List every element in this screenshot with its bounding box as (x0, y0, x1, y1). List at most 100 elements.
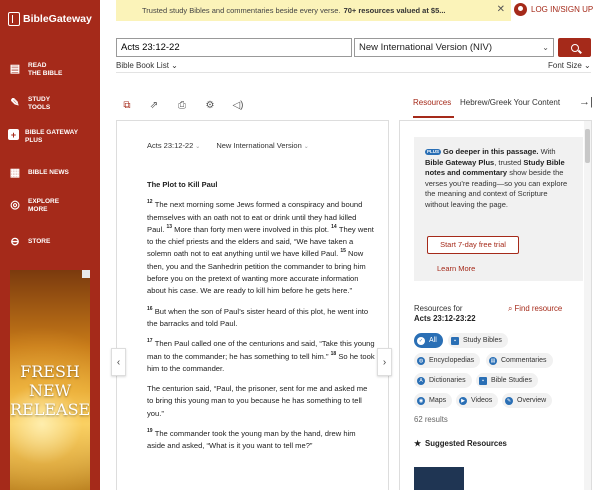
passage-ref-selector[interactable]: Acts 23:12-22 ⌄ (147, 141, 200, 150)
passage-search-input[interactable] (116, 38, 352, 57)
find-resource-label: Find resource (514, 304, 563, 313)
sidebar-ad[interactable]: FRESH NEW RELEASES (10, 270, 90, 490)
search-icon (570, 43, 579, 52)
find-resource-link[interactable]: ⌕ Find resource (508, 304, 562, 314)
sidebar-item-label: STUDY TOOLS (28, 96, 51, 111)
verse-number[interactable]: 18 (331, 351, 337, 357)
version-select-value: New International Version (NIV) (359, 42, 493, 53)
chevron-right-icon: › (382, 356, 387, 368)
verse-number[interactable]: 12 (147, 199, 153, 205)
banner-highlight: 70+ resources valued at $5... (343, 6, 446, 15)
scrollbar-thumb[interactable] (585, 129, 590, 163)
promo-body: PLUS Go deeper in this passage. With Bibl… (425, 147, 572, 211)
chevron-down-icon: ⌄ (195, 144, 201, 150)
chip-label: Bible Studies (491, 377, 532, 384)
close-icon[interactable]: ✕ (497, 4, 505, 15)
login-button[interactable]: LOG IN/SIGN UP (514, 3, 593, 16)
chip-label: Encyclopedias (429, 357, 475, 364)
news-icon: ▦ (9, 167, 21, 179)
chip-label: Overview (517, 397, 547, 404)
sidebar-item-label: READ THE BIBLE (28, 62, 63, 77)
filter-chip-videos[interactable]: ▶ Videos (456, 393, 499, 408)
sidebar-item-plus[interactable]: + BIBLE GATEWAY PLUS (8, 129, 78, 145)
passage-header: Acts 23:12-22 ⌄ New International Version… (147, 141, 309, 150)
filter-chip-all[interactable]: ✓ All (414, 333, 443, 348)
resources-panel: PLUS Go deeper in this passage. With Bibl… (399, 120, 592, 490)
bible-study-icon: ▪ (479, 376, 487, 385)
ad-line: RELEASES (10, 400, 90, 419)
passage-paragraph: 19 The commander took the young man by t… (147, 428, 375, 453)
brand-logo[interactable]: BibleGateway (8, 12, 92, 26)
filter-chip-encyclopedias[interactable]: ◍ Encyclopedias (414, 353, 481, 368)
passage-version-selector[interactable]: New International Version ⌄ (216, 141, 309, 150)
sidebar-item-label: EXPLORE MORE (28, 198, 60, 213)
plus-promo-card: PLUS Go deeper in this passage. With Bibl… (414, 137, 583, 281)
filter-chip-overview[interactable]: ✎ Overview (502, 393, 553, 408)
verse-number[interactable]: 19 (147, 428, 153, 434)
bible-book-list-link[interactable]: Bible Book List ⌄ (116, 61, 178, 70)
verse-number[interactable]: 15 (340, 248, 346, 254)
active-tab-indicator (413, 116, 454, 118)
resources-ref-part: Acts 23:12-23:22 (414, 314, 476, 323)
learn-more-link[interactable]: Learn More (437, 264, 475, 275)
check-icon: ✓ (417, 336, 425, 345)
verse-number[interactable]: 17 (147, 338, 153, 344)
sidebar-item-label: BIBLE GATEWAY PLUS (25, 129, 79, 144)
gear-icon[interactable]: ⚙ (204, 99, 216, 111)
ad-text: FRESH NEW RELEASES (10, 362, 90, 419)
next-chapter-button[interactable]: › (377, 348, 392, 376)
sidebar-item-explore[interactable]: ◎ EXPLORE MORE (8, 198, 59, 214)
verse-number[interactable]: 14 (331, 224, 337, 230)
sidebar-item-read[interactable]: ▤ READ THE BIBLE (8, 62, 63, 78)
search-button[interactable] (558, 38, 591, 57)
free-trial-button[interactable]: Start 7-day free trial (427, 236, 519, 254)
font-size-label: Font Size (548, 61, 582, 70)
font-size-button[interactable]: Font Size ⌄ (548, 61, 591, 70)
filter-chip-study-bibles[interactable]: ▪ Study Bibles (448, 333, 508, 348)
filter-chip-commentaries[interactable]: ▤ Commentaries (486, 353, 553, 368)
collapse-panel-icon[interactable]: →| (579, 96, 593, 108)
passage-paragraph: 12 The next morning some Jews formed a c… (147, 199, 375, 297)
passage-ref: Acts 23:12-22 (147, 141, 194, 150)
ad-line: NEW (28, 381, 72, 400)
ad-choices-icon[interactable] (82, 270, 90, 278)
sidebar-item-study-tools[interactable]: ✎ STUDY TOOLS (8, 96, 50, 112)
store-icon: ⊖ (10, 236, 20, 248)
brand-name: BibleGateway (23, 13, 92, 25)
overview-icon: ✎ (505, 396, 513, 405)
print-icon[interactable]: ⎙ (176, 99, 188, 111)
chip-label: Commentaries (501, 357, 547, 364)
passage-heading: The Plot to Kill Paul (147, 180, 218, 189)
plus-badge: PLUS (425, 149, 442, 156)
chevron-down-icon: ⌄ (171, 61, 178, 70)
tab-resources[interactable]: Resources (413, 98, 451, 107)
sidebar-item-store[interactable]: ⊖ STORE (8, 235, 50, 249)
chevron-down-icon: ⌄ (584, 61, 591, 70)
globe-icon: ◍ (417, 356, 425, 365)
audio-icon[interactable]: ◁) (232, 99, 244, 111)
video-icon: ▶ (459, 396, 467, 405)
sidebar-item-news[interactable]: ▦ BIBLE NEWS (8, 166, 69, 180)
passage-paragraph: 17 Then Paul called one of the centurion… (147, 338, 375, 375)
filter-chip-dictionaries[interactable]: A Dictionaries (414, 373, 472, 388)
scrollbar[interactable] (584, 121, 591, 490)
verse-number[interactable]: 13 (166, 224, 172, 230)
filter-chip-bible-studies[interactable]: ▪ Bible Studies (476, 373, 538, 388)
previous-chapter-button[interactable]: ‹ (111, 348, 126, 376)
results-count: 62 results (414, 415, 448, 424)
passage-paragraph: The centurion said, “Paul, the prisoner,… (147, 383, 375, 420)
version-select[interactable]: New International Version (NIV) ⌄ (354, 38, 554, 57)
filter-chip-maps[interactable]: ◉ Maps (414, 393, 453, 408)
suggested-resources-heading: ★ Suggested Resources (414, 439, 507, 448)
resources-ref: Acts 23:12-23:22 (414, 314, 476, 323)
book-icon: ▤ (9, 63, 21, 75)
verse-number[interactable]: 16 (147, 306, 153, 312)
suggested-resource-cover[interactable] (414, 467, 464, 490)
suggested-label: Suggested Resources (425, 439, 507, 448)
tab-hebrew-greek[interactable]: Hebrew/Greek Your Content (460, 98, 560, 107)
promo-banner[interactable]: Trusted study Bibles and commentaries be… (116, 0, 511, 21)
parallel-icon[interactable]: ⧉ (121, 99, 133, 111)
user-icon (514, 3, 527, 16)
passage-paragraph: 16 But when the son of Paul’s sister hea… (147, 306, 375, 331)
share-icon[interactable]: ⇗ (148, 99, 160, 111)
